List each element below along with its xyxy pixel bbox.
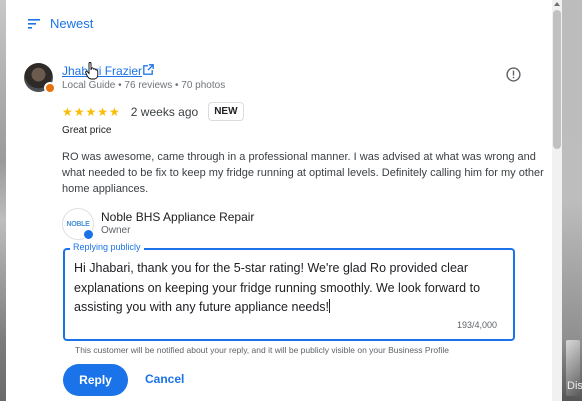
reply-text-value: Hi Jhabari, thank you for the 5-star rat… bbox=[74, 261, 481, 314]
scrollbar[interactable] bbox=[552, 0, 562, 401]
scroll-up-arrow-icon[interactable] bbox=[554, 2, 560, 6]
visibility-notice: This customer will be notified about you… bbox=[75, 345, 450, 355]
review-title: Great price bbox=[62, 125, 112, 136]
star-rating: ★★★★★ bbox=[62, 104, 121, 119]
reply-field-label: Replying publicly bbox=[70, 242, 144, 252]
reviewer-name-link[interactable]: Jhabari Frazier bbox=[62, 64, 142, 78]
local-guide-badge-icon bbox=[44, 82, 56, 94]
background-page-right: Disp bbox=[562, 0, 582, 401]
sort-label: Newest bbox=[50, 16, 94, 31]
background-text: Disp bbox=[567, 380, 582, 392]
owner-name: Noble BHS Appliance Repair bbox=[101, 210, 255, 224]
owner-logo-text: NOBLE bbox=[66, 220, 90, 228]
owner-role: Owner bbox=[101, 225, 131, 236]
text-caret bbox=[329, 299, 331, 313]
sort-icon bbox=[28, 18, 40, 29]
reviewer-avatar[interactable] bbox=[24, 63, 56, 94]
review-time: 2 weeks ago bbox=[130, 104, 199, 119]
reply-text[interactable]: Hi Jhabari, thank you for the 5-star rat… bbox=[74, 259, 510, 318]
character-counter: 193/4,000 bbox=[457, 320, 498, 330]
review-body: RO was awesome, came through in a profes… bbox=[62, 151, 544, 195]
sort-button[interactable]: Newest bbox=[28, 16, 93, 31]
owner-logo: NOBLE bbox=[62, 208, 94, 240]
new-badge: NEW bbox=[208, 102, 244, 121]
reply-button[interactable]: Reply bbox=[63, 364, 128, 396]
review-reply-dialog: Newest Jhabari Frazier Local Guide • 76 … bbox=[6, 0, 552, 401]
scrollbar-thumb[interactable] bbox=[553, 10, 561, 149]
external-link-icon[interactable] bbox=[143, 64, 154, 75]
reviewer-meta: Local Guide • 76 reviews • 70 photos bbox=[62, 80, 226, 91]
cancel-button[interactable]: Cancel bbox=[145, 372, 184, 386]
report-icon[interactable] bbox=[506, 67, 521, 82]
rating-row: ★★★★★ 2 weeks ago NEW bbox=[62, 102, 244, 121]
verified-icon bbox=[83, 229, 94, 240]
hand-cursor-icon bbox=[85, 62, 99, 80]
